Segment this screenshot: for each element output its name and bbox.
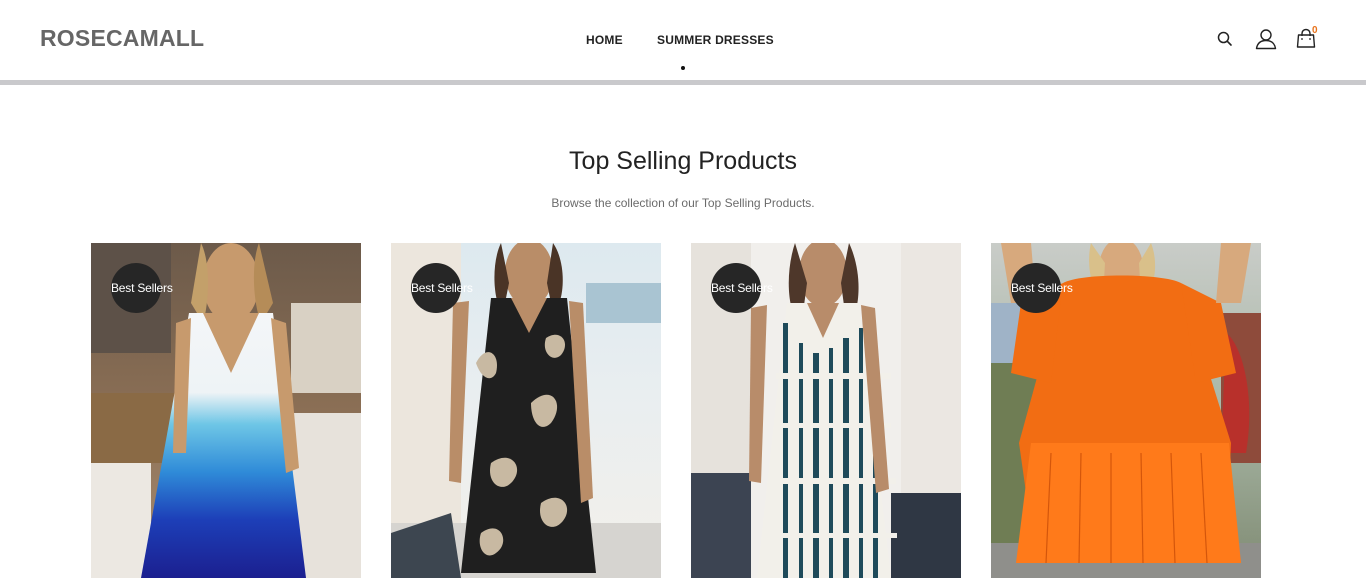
nav-summer-dresses[interactable]: SUMMER DRESSES bbox=[657, 33, 774, 47]
best-sellers-badge-label: Best Sellers bbox=[711, 281, 773, 295]
search-icon[interactable] bbox=[1216, 30, 1238, 52]
user-icon[interactable] bbox=[1255, 28, 1277, 50]
best-sellers-badge-label: Best Sellers bbox=[111, 281, 173, 295]
main-nav: HOME SUMMER DRESSES bbox=[0, 33, 1366, 53]
product-grid: Best Sellers Best Sellers Best Sellers B… bbox=[0, 243, 1366, 578]
product-card[interactable]: Best Sellers bbox=[91, 243, 361, 578]
section-title: Top Selling Products bbox=[569, 147, 797, 175]
section-subtitle: Browse the collection of our Top Selling… bbox=[551, 196, 815, 210]
product-card[interactable]: Best Sellers bbox=[691, 243, 961, 578]
header-divider bbox=[0, 80, 1366, 85]
product-card[interactable]: Best Sellers bbox=[391, 243, 661, 578]
nav-active-indicator bbox=[681, 66, 685, 70]
product-card[interactable]: Best Sellers bbox=[991, 243, 1261, 578]
nav-home[interactable]: HOME bbox=[586, 33, 623, 47]
best-sellers-badge-label: Best Sellers bbox=[411, 281, 473, 295]
cart-count-badge: 0 bbox=[1312, 25, 1318, 36]
best-sellers-badge-label: Best Sellers bbox=[1011, 281, 1073, 295]
site-header: ROSECAMALL HOME SUMMER DRESSES 0 bbox=[0, 0, 1366, 80]
